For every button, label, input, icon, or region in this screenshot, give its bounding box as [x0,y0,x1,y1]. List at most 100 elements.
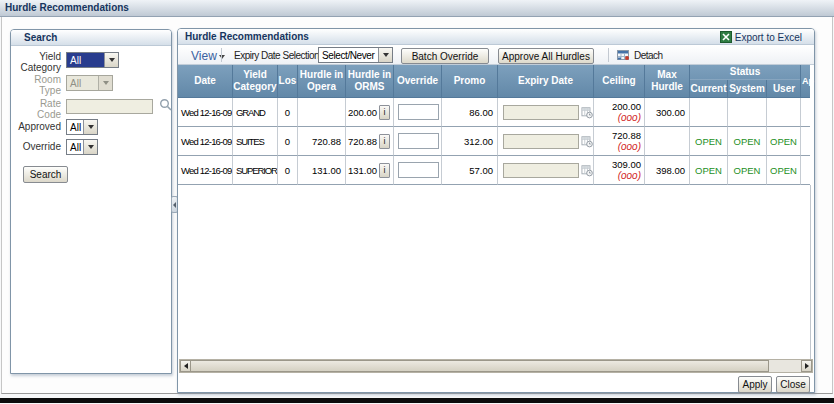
expiry-date-input[interactable] [503,163,579,178]
col-header-hurdle-in-opera[interactable]: Hurdle in Opera [298,65,346,98]
override-input[interactable] [398,104,439,120]
cell-hurdle-in-opera [298,98,346,127]
cell-expiry-date [498,127,594,156]
cell-ceiling: 309.00 (ooo) [594,156,645,185]
window-titlebar: Hurdle Recommendations [0,0,834,17]
col-header-los[interactable]: Los [278,65,298,98]
cell-override [394,127,442,156]
cell-promo: 57.00 [442,156,498,185]
override-select[interactable]: All [66,139,98,155]
chevron-down-icon[interactable] [378,48,392,62]
col-header-date[interactable]: Date [178,65,233,98]
rate-code-label: Rate Code [11,98,61,120]
search-button[interactable]: Search [23,166,68,183]
collapse-left-icon [173,202,176,208]
date-picker-icon[interactable] [581,106,593,119]
col-header-max-hurdle[interactable]: Max Hurdle [645,65,690,98]
expiry-date-selection-select[interactable]: Select/Never [318,47,393,63]
orms-info-button[interactable]: i [379,105,390,120]
cell-yield-category: SUPERIOR [233,156,278,185]
expiry-date-input[interactable] [503,134,579,149]
col-header-hurdle-in-orms[interactable]: Hurdle in ORMS [346,65,394,98]
col-header-ceiling[interactable]: Ceiling [594,65,645,98]
chevron-down-icon [98,76,112,90]
apply-button[interactable]: Apply [738,376,772,393]
yield-category-label: Yield Category [11,51,61,73]
approved-label: Approved [11,121,61,132]
table-header: Date Yield Category Los Hurdle in Opera … [178,65,810,98]
cell-status-user [767,98,801,127]
cell-hurdle-in-opera: 131.00 [298,156,346,185]
cell-ceiling: 720.88 (ooo) [594,127,645,156]
cell-expiry-date [498,156,594,185]
date-picker-icon[interactable] [581,135,593,148]
expiry-date-selection-label: Expiry Date Selection [234,50,319,61]
orms-info-button[interactable]: i [379,134,390,149]
window-bottom-bar [0,398,834,403]
export-to-excel-button[interactable]: Export to Excel [720,31,802,43]
chevron-down-icon[interactable] [83,140,97,154]
col-header-status-current[interactable]: Current [690,80,728,97]
cell-status-system: OPEN [728,127,767,156]
main-panel-title: Hurdle Recommendations [185,31,309,42]
room-type-label: Room Type [11,74,61,96]
cell-status-user: OPEN [767,127,801,156]
cell-max-hurdle: 398.00 [645,156,690,185]
cell-hurdle-in-orms: 720.88i [346,127,394,156]
cell-status-current: OPEN [690,127,728,156]
table-row[interactable]: Wed 12-16-09 GRAND 0 200.00i 86.00 200.0… [178,98,810,127]
detach-icon [616,48,630,61]
cell-ceiling: 200.00 (ooo) [594,98,645,127]
cell-promo: 312.00 [442,127,498,156]
orms-info-button[interactable]: i [379,163,390,178]
table-right-border [810,185,811,359]
window-title: Hurdle Recommendations [0,0,129,13]
col-header-promo[interactable]: Promo [442,65,498,98]
table-row[interactable]: Wed 12-16-09 SUITES 0 720.88 720.88i 312… [178,127,810,156]
cell-hurdle-in-opera: 720.88 [298,127,346,156]
cell-hurdle-in-orms: 200.00i [346,98,394,127]
view-menu-button[interactable]: View [191,49,217,63]
date-picker-icon[interactable] [581,164,593,177]
search-panel: Search Yield Category All Room Type All … [10,29,172,374]
cell-max-hurdle: 300.00 [645,98,690,127]
cell-approved-clipped [801,98,810,127]
expiry-date-input[interactable] [503,105,579,120]
cell-status-system [728,98,767,127]
cell-status-system: OPEN [728,156,767,185]
col-header-status-system[interactable]: System [728,80,767,97]
cell-override [394,156,442,185]
batch-override-button[interactable]: Batch Override [401,48,489,64]
cell-los: 0 [278,127,298,156]
scroll-right-button[interactable] [801,360,812,372]
approve-all-hurdles-button[interactable]: Approve All Hurdles [498,48,594,64]
cell-approved-clipped [801,127,810,156]
approved-select[interactable]: All [66,119,98,135]
detach-button[interactable]: Detach [634,50,663,61]
close-button[interactable]: Close [776,376,810,393]
cell-los: 0 [278,156,298,185]
col-header-expiry-date[interactable]: Expiry Date [498,65,594,98]
scroll-left-button[interactable] [180,360,191,372]
excel-icon [720,31,732,43]
search-magnifier-icon[interactable] [159,98,173,112]
col-header-status-group: Status Current System User [690,65,801,98]
col-header-override[interactable]: Override [394,65,442,98]
cell-expiry-date [498,98,594,127]
override-input[interactable] [398,133,439,149]
cell-override [394,98,442,127]
table-row[interactable]: Wed 12-16-09 SUPERIOR 0 131.00 131.00i 5… [178,156,810,185]
override-label: Override [11,141,61,152]
col-header-approved-clipped[interactable]: Ap [801,65,810,98]
scrollbar-track[interactable] [769,360,801,372]
cell-date: Wed 12-16-09 [178,156,233,185]
chevron-down-icon[interactable] [104,53,118,67]
horizontal-scrollbar[interactable] [179,359,813,373]
col-header-status-user[interactable]: User [767,80,801,97]
col-header-yield-category[interactable]: Yield Category [233,65,278,98]
scrollbar-thumb[interactable] [191,360,769,372]
status-group-label: Status [690,65,800,80]
override-input[interactable] [398,162,439,178]
chevron-down-icon[interactable] [83,120,97,134]
yield-category-select[interactable]: All [66,52,119,68]
